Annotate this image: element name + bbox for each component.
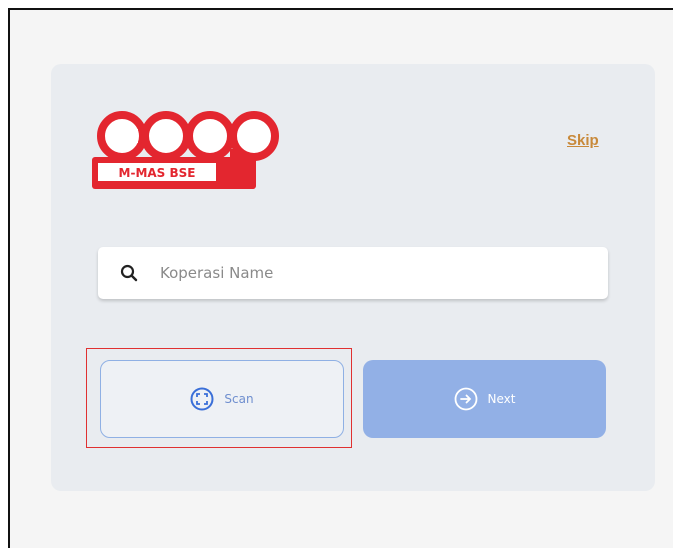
scan-icon [190,387,214,411]
scan-label: Scan [224,392,254,406]
next-label: Next [487,392,516,406]
scan-button[interactable]: Scan [100,360,344,438]
skip-link[interactable]: Skip [567,132,599,149]
koperasi-search-input[interactable] [160,264,560,282]
arrow-right-circle-icon [454,387,477,411]
coop-logo: M-MAS BSE [92,111,279,189]
search-icon [120,264,138,282]
search-box[interactable] [98,247,608,299]
logo-subtitle: M-MAS BSE [119,166,196,180]
next-button[interactable]: Next [363,360,606,438]
